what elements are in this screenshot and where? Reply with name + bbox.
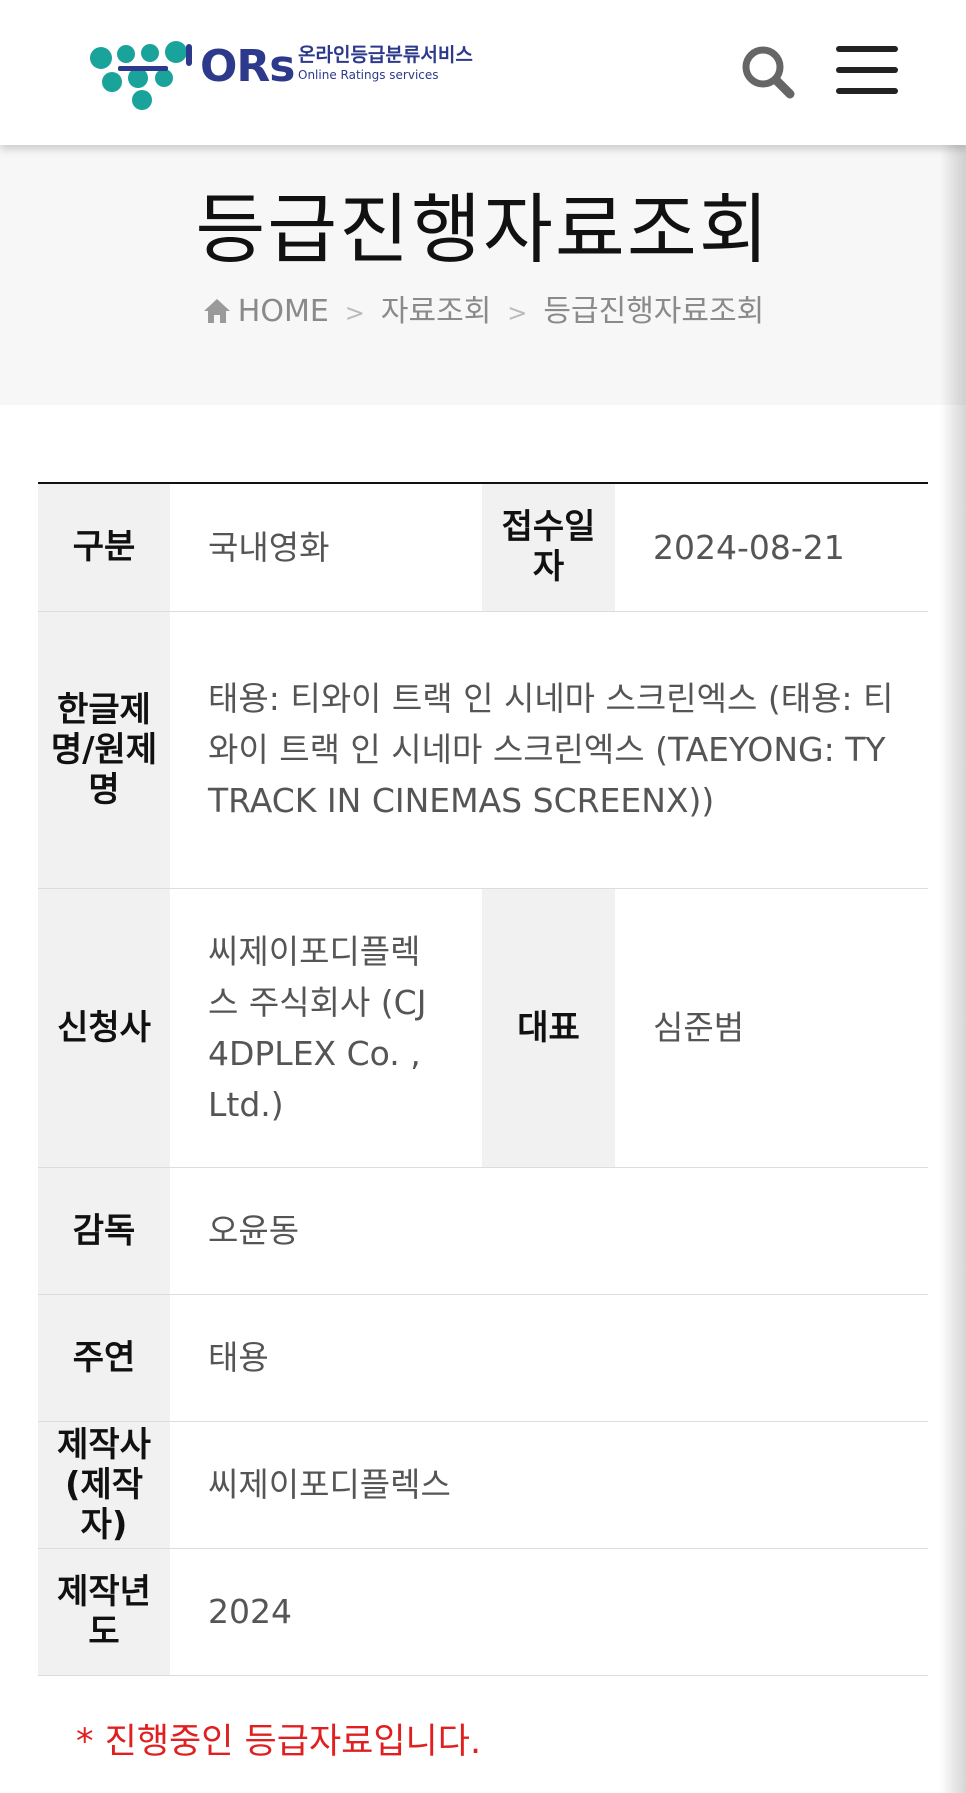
- label-representative: 대표: [482, 888, 615, 1168]
- value-representative: 심준범: [615, 888, 928, 1168]
- table-row: 제작사(제작자) 씨제이포디플렉스: [38, 1421, 928, 1549]
- label-production-year: 제작년도: [38, 1548, 170, 1676]
- search-button[interactable]: [738, 42, 798, 102]
- label-director: 감독: [38, 1167, 170, 1295]
- ors-logo[interactable]: ORs 온라인등급분류서비스 Online Ratings services: [88, 38, 473, 110]
- logo-name-en: Online Ratings services: [298, 68, 439, 82]
- hamburger-menu-icon: [836, 46, 898, 52]
- home-icon: [203, 299, 230, 323]
- value-category: 국내영화: [170, 483, 482, 612]
- label-title: 한글제명/원제명: [38, 611, 170, 889]
- title-band: 등급진행자료조회 HOME > 자료조회 > 등급진행자료조회: [0, 145, 966, 405]
- label-production-company: 제작사(제작자): [38, 1421, 170, 1549]
- menu-button[interactable]: [836, 46, 898, 96]
- table-row: 감독 오윤동: [38, 1167, 928, 1295]
- value-receipt-date: 2024-08-21: [615, 483, 928, 612]
- page-title: 등급진행자료조회: [195, 185, 771, 274]
- value-director: 오윤동: [170, 1167, 928, 1295]
- breadcrumb: HOME > 자료조회 > 등급진행자료조회: [0, 292, 966, 333]
- page: ORs 온라인등급분류서비스 Online Ratings services 등…: [0, 0, 966, 1793]
- site-header: ORs 온라인등급분류서비스 Online Ratings services: [0, 0, 966, 145]
- label-receipt-date: 접수일자: [482, 483, 615, 612]
- chevron-right-icon: >: [344, 299, 365, 327]
- breadcrumb-data-lookup[interactable]: 자료조회: [381, 294, 491, 329]
- table-row: 구분 국내영화 접수일자 2024-08-21: [38, 483, 928, 612]
- value-lead-actor: 태용: [170, 1294, 928, 1422]
- logo-brand-text: ORs: [200, 41, 295, 92]
- label-lead-actor: 주연: [38, 1294, 170, 1422]
- value-production-company: 씨제이포디플렉스: [170, 1421, 928, 1549]
- rating-info-table: 구분 국내영화 접수일자 2024-08-21 한글제명/원제명 태용: 티와이…: [38, 482, 928, 1676]
- label-category: 구분: [38, 483, 170, 612]
- logo-name-ko: 온라인등급분류서비스: [298, 44, 473, 66]
- table-row: 제작년도 2024: [38, 1548, 928, 1676]
- table-row: 신청사 씨제이포디플렉스 주식회사 (CJ 4DPLEX Co. , Ltd.)…: [38, 888, 928, 1168]
- value-applicant: 씨제이포디플렉스 주식회사 (CJ 4DPLEX Co. , Ltd.): [170, 888, 482, 1168]
- in-progress-notice: * 진행중인 등급자료입니다.: [76, 1722, 482, 1762]
- breadcrumb-current: 등급진행자료조회: [543, 294, 765, 329]
- hamburger-menu-icon: [836, 67, 898, 73]
- value-title: 태용: 티와이 트랙 인 시네마 스크린엑스 (태용: 티와이 트랙 인 시네마…: [170, 611, 928, 889]
- breadcrumb-home[interactable]: HOME: [238, 294, 329, 329]
- chevron-right-icon: >: [507, 299, 528, 327]
- label-applicant: 신청사: [38, 888, 170, 1168]
- search-icon: [742, 46, 795, 99]
- logo-mark-icon: [90, 41, 192, 110]
- table-row: 한글제명/원제명 태용: 티와이 트랙 인 시네마 스크린엑스 (태용: 티와이…: [38, 611, 928, 889]
- value-production-year: 2024: [170, 1548, 928, 1676]
- table-row: 주연 태용: [38, 1294, 928, 1422]
- hamburger-menu-icon: [836, 88, 898, 94]
